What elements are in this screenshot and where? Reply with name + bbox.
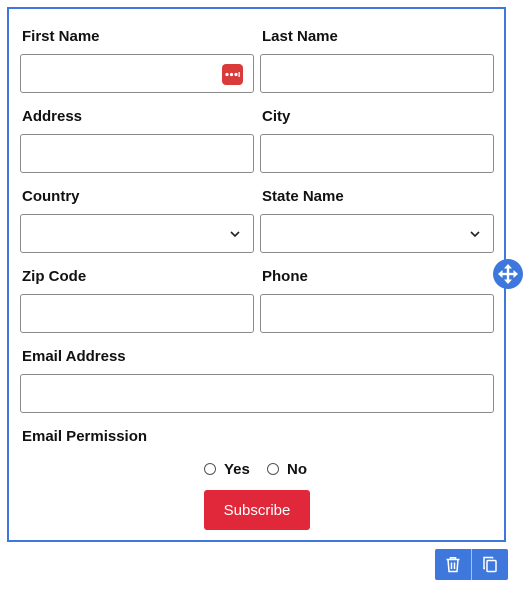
phone-label: Phone xyxy=(262,268,308,285)
element-toolbar xyxy=(435,549,508,580)
email-input[interactable] xyxy=(21,375,493,412)
country-select[interactable] xyxy=(20,214,254,253)
country-label: Country xyxy=(22,188,80,205)
duplicate-button[interactable] xyxy=(471,549,508,580)
city-field[interactable] xyxy=(260,134,494,173)
zip-code-input[interactable] xyxy=(21,295,253,332)
phone-field[interactable] xyxy=(260,294,494,333)
address-input[interactable] xyxy=(21,135,253,172)
move-handle[interactable] xyxy=(493,259,523,289)
email-address-label: Email Address xyxy=(22,348,126,365)
radio-no-circle[interactable] xyxy=(267,463,279,475)
city-label: City xyxy=(262,108,291,125)
state-label: State Name xyxy=(262,188,344,205)
last-name-input[interactable] xyxy=(261,55,493,92)
radio-yes-circle[interactable] xyxy=(204,463,216,475)
last-name-field[interactable] xyxy=(260,54,494,93)
dots-glyph xyxy=(225,72,240,77)
address-label: Address xyxy=(22,108,83,125)
radio-option-no[interactable]: No xyxy=(267,458,307,480)
phone-input[interactable] xyxy=(261,295,493,332)
move-icon xyxy=(498,264,518,284)
duplicate-icon xyxy=(483,556,497,573)
email-permission-label: Email Permission xyxy=(22,428,148,445)
subscribe-button[interactable]: Subscribe xyxy=(204,490,310,530)
last-name-label: Last Name xyxy=(262,28,338,45)
delete-button[interactable] xyxy=(435,549,471,580)
zip-code-label: Zip Code xyxy=(22,268,87,285)
first-name-label: First Name xyxy=(22,28,100,45)
radio-no-label[interactable]: No xyxy=(287,461,307,478)
first-name-input[interactable] xyxy=(21,55,253,92)
first-name-field[interactable] xyxy=(20,54,254,93)
trash-icon xyxy=(446,557,460,573)
city-input[interactable] xyxy=(261,135,493,172)
zip-code-field[interactable] xyxy=(20,294,254,333)
chevron-down-icon xyxy=(230,231,240,238)
chevron-down-icon xyxy=(470,231,480,238)
email-field[interactable] xyxy=(20,374,494,413)
radio-yes-label[interactable]: Yes xyxy=(224,461,250,478)
password-manager-icon[interactable] xyxy=(222,64,243,85)
radio-option-yes[interactable]: Yes xyxy=(204,458,250,480)
state-select[interactable] xyxy=(260,214,494,253)
address-field[interactable] xyxy=(20,134,254,173)
